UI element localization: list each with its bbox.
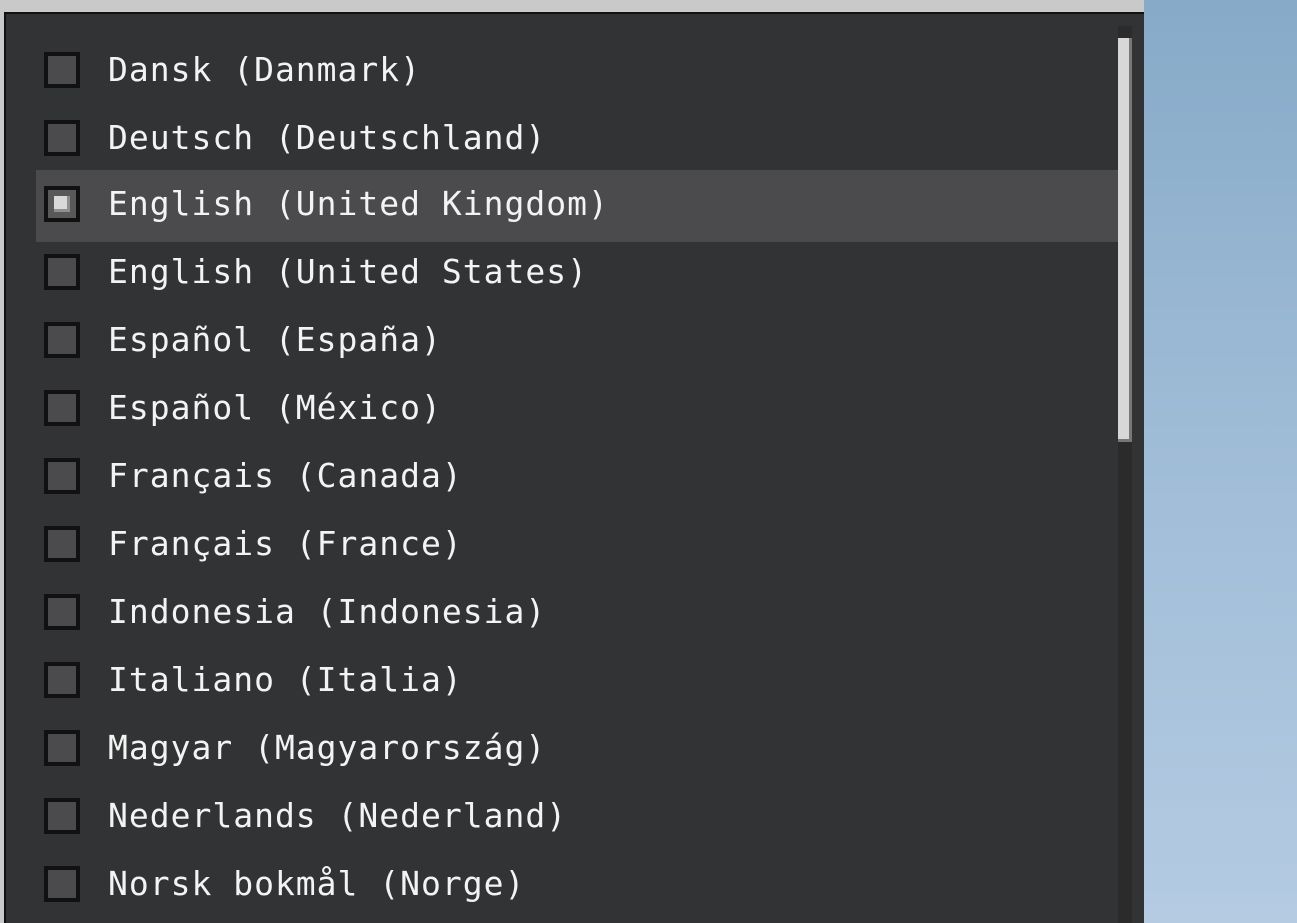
checked-checkbox-icon[interactable] xyxy=(44,186,80,222)
checkbox-icon[interactable] xyxy=(44,798,80,834)
language-row[interactable]: Français (Canada) xyxy=(36,442,1128,514)
language-label: Español (España) xyxy=(108,320,442,359)
language-row[interactable]: Norsk bokmål (Norge) xyxy=(36,850,1128,922)
checkbox-icon[interactable] xyxy=(44,662,80,698)
checkbox-icon[interactable] xyxy=(44,526,80,562)
language-label: Italiano (Italia) xyxy=(108,660,463,699)
checkbox-icon[interactable] xyxy=(44,322,80,358)
checkbox-icon[interactable] xyxy=(44,458,80,494)
background-sky xyxy=(1144,0,1297,923)
checkbox-icon[interactable] xyxy=(44,730,80,766)
language-row[interactable]: Dansk (Danmark) xyxy=(36,36,1128,108)
language-label: Nederlands (Nederland) xyxy=(108,796,568,835)
language-label: Français (Canada) xyxy=(108,456,463,495)
language-label: Deutsch (Deutschland) xyxy=(108,118,547,157)
language-row-selected[interactable]: English (United Kingdom) xyxy=(36,170,1128,242)
checkbox-icon[interactable] xyxy=(44,254,80,290)
language-row[interactable]: Magyar (Magyarország) xyxy=(36,714,1128,786)
language-label: Français (France) xyxy=(108,524,463,563)
language-row[interactable]: Deutsch (Deutschland) xyxy=(36,104,1128,176)
language-row[interactable]: Español (México) xyxy=(36,374,1128,446)
language-row[interactable]: Nederlands (Nederland) xyxy=(36,782,1128,854)
language-label: Indonesia (Indonesia) xyxy=(108,592,547,631)
scrollbar-thumb[interactable] xyxy=(1118,38,1132,442)
language-row[interactable]: Indonesia (Indonesia) xyxy=(36,578,1128,650)
language-row[interactable]: Français (France) xyxy=(36,510,1128,582)
language-row[interactable]: Español (España) xyxy=(36,306,1128,378)
language-label: Español (México) xyxy=(108,388,442,427)
checkbox-icon[interactable] xyxy=(44,866,80,902)
checkbox-icon[interactable] xyxy=(44,390,80,426)
language-label: Dansk (Danmark) xyxy=(108,50,422,89)
language-row[interactable]: English (United States) xyxy=(36,238,1128,310)
language-label: English (United States) xyxy=(108,252,588,291)
language-label: Magyar (Magyarország) xyxy=(108,728,547,767)
language-label: English (United Kingdom) xyxy=(108,184,609,223)
language-list-panel: Dansk (Danmark) Deutsch (Deutschland) En… xyxy=(0,0,1144,923)
language-label: Norsk bokmål (Norge) xyxy=(108,864,526,903)
checkbox-icon[interactable] xyxy=(44,52,80,88)
language-row[interactable]: Italiano (Italia) xyxy=(36,646,1128,718)
checkbox-icon[interactable] xyxy=(44,594,80,630)
checkbox-icon[interactable] xyxy=(44,120,80,156)
